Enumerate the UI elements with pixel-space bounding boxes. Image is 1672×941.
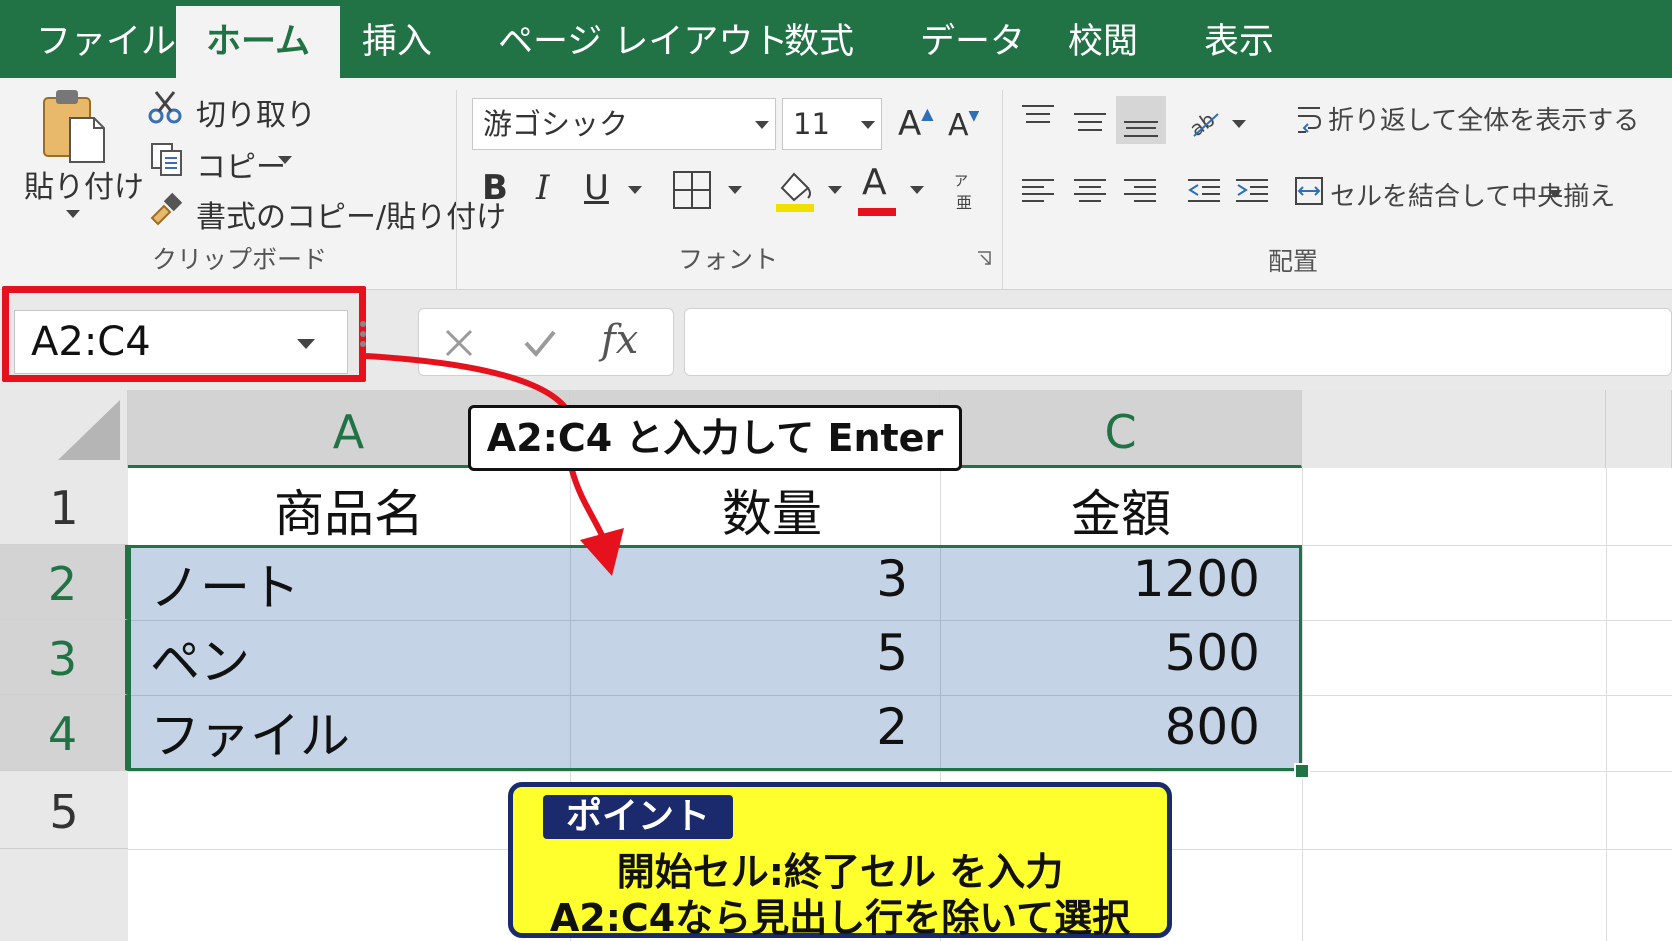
point-callout: ポイント 開始セル:終了セル を入力 A2:C4なら見出し行を除いて選択 xyxy=(508,782,1172,940)
point-line-2: A2:C4なら見出し行を除いて選択 xyxy=(549,896,1131,940)
instruction-callout: A2:C4 と入力して Enter xyxy=(468,405,962,471)
point-tag: ポイント xyxy=(543,795,733,839)
